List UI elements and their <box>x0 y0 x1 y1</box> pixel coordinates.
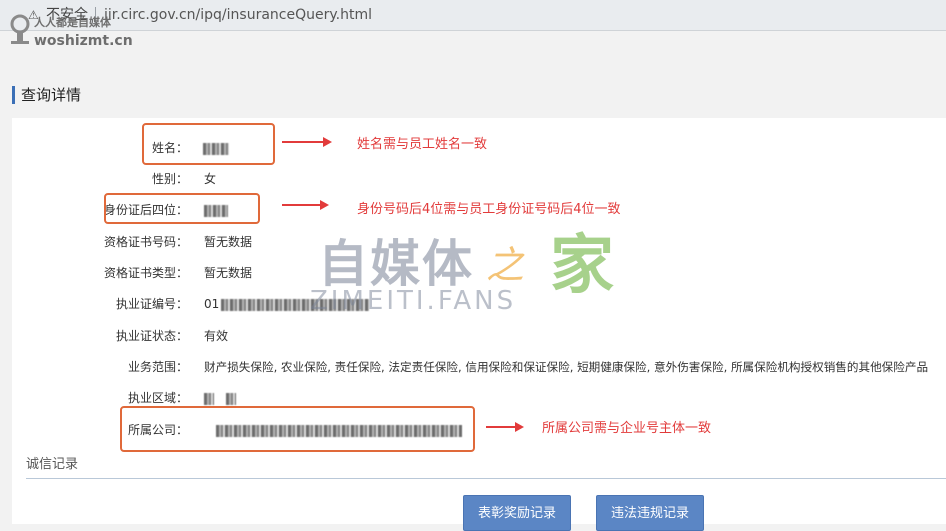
browser-address-bar[interactable]: ⚠ 不安全 iir.circ.gov.cn/ipq/insuranceQuery… <box>0 0 946 31</box>
name-note: 姓名需与员工姓名一致 <box>357 137 488 152</box>
company-note: 所属公司需与企业号主体一致 <box>542 421 712 436</box>
credit-record-title: 诚信记录 <box>26 457 79 472</box>
gender-value: 女 <box>204 172 217 186</box>
gender-label: 性别： <box>151 172 188 186</box>
license-status-label: 执业证状态： <box>115 329 188 343</box>
redacted-region-1 <box>204 392 214 405</box>
redacted-license <box>221 298 370 311</box>
source-watermark-line2: woshizmt.cn <box>34 33 133 49</box>
license-number-label: 执业证编号： <box>115 297 188 311</box>
section-title: 查询详情 <box>12 86 81 104</box>
violations-record-button[interactable]: 违法违规记录 <box>596 495 704 531</box>
practice-region-label: 执业区域： <box>127 391 188 405</box>
awards-record-button[interactable]: 表彰奖励记录 <box>463 495 571 531</box>
id-arrow <box>282 200 329 210</box>
qualification-number-label: 资格证书号码： <box>103 235 188 249</box>
company-highlight-box <box>120 406 475 452</box>
name-arrow <box>282 137 332 147</box>
license-number-value: 01 <box>204 295 370 313</box>
id-note: 身份号码后4位需与员工身份证号码后4位一致 <box>357 202 621 217</box>
business-scope-value: 财产损失保险, 农业保险, 责任保险, 法定责任保险, 信用保险和保证保险, 短… <box>204 360 929 374</box>
qualification-type-label: 资格证书类型： <box>103 266 188 280</box>
source-logo-icon <box>10 14 30 44</box>
business-scope-label: 业务范围： <box>127 360 188 374</box>
qualification-number-value: 暂无数据 <box>204 235 253 249</box>
redacted-region-2 <box>226 392 236 405</box>
practice-region-value <box>204 389 236 407</box>
license-status-value: 有效 <box>204 329 229 343</box>
id-highlight-box <box>104 193 260 224</box>
company-arrow <box>486 422 524 432</box>
source-watermark-line1: 人人都是自媒体 <box>34 16 111 29</box>
name-highlight-box <box>142 123 275 165</box>
url-text[interactable]: iir.circ.gov.cn/ipq/insuranceQuery.html <box>104 0 372 30</box>
credit-divider <box>26 478 946 479</box>
qualification-type-value: 暂无数据 <box>204 266 253 280</box>
